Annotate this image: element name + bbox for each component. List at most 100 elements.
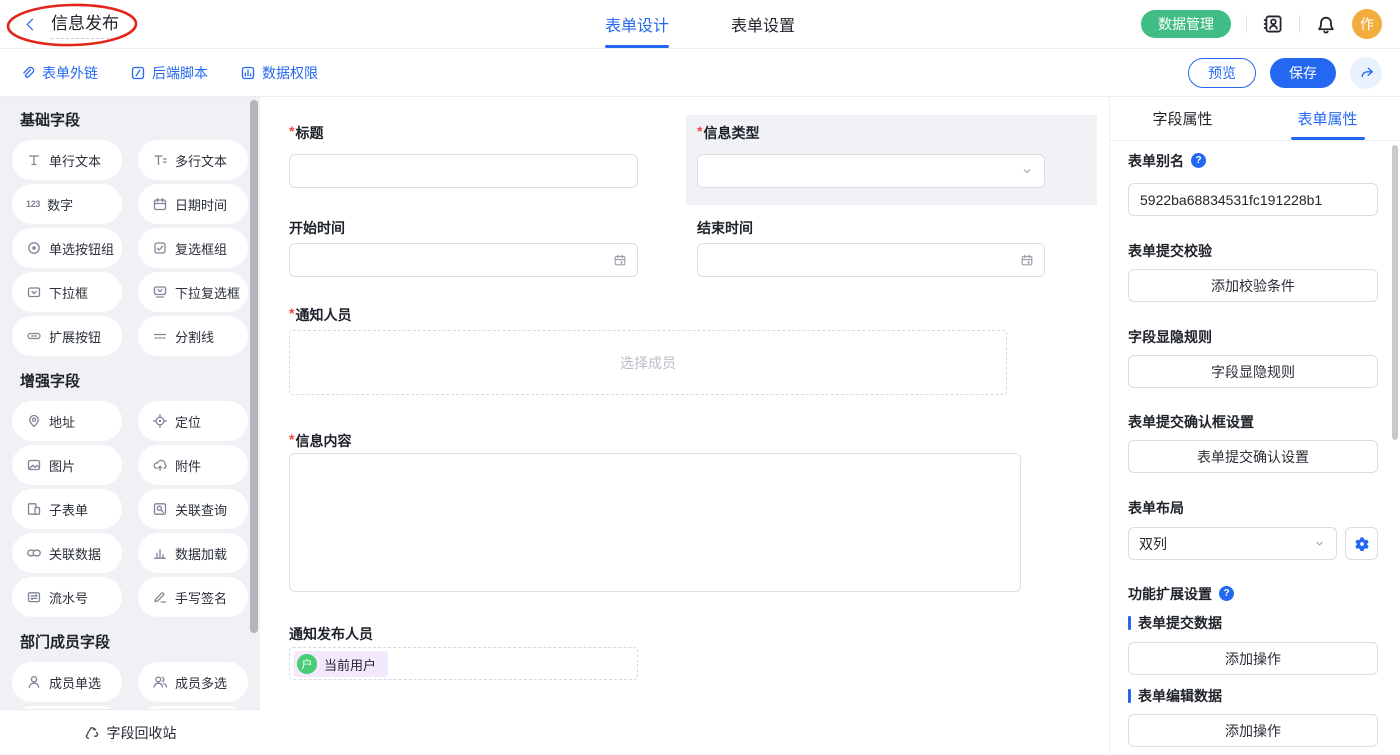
section-title-enhanced-fields: 增强字段 (20, 372, 248, 392)
field-item-checkbox-group[interactable]: 复选框组 (138, 228, 248, 268)
permission-icon (240, 65, 256, 81)
field-item-signature[interactable]: 手写签名 (138, 577, 248, 617)
field-item-multi-line-text[interactable]: 多行文本 (138, 140, 248, 180)
field-recycle-bin[interactable]: 字段回收站 (0, 709, 260, 755)
notify-members-picker[interactable]: 选择成员 (289, 330, 1007, 395)
field-library-sidebar: 基础字段 单行文本 多行文本 123 数字 日期时间 单选按钮组 (0, 97, 260, 755)
attachment-cloud-icon (152, 457, 168, 473)
field-item-serial-number[interactable]: 流水号 (12, 577, 122, 617)
field-item-attachment[interactable]: 附件 (138, 445, 248, 485)
help-icon[interactable]: ? (1191, 153, 1206, 168)
form-alias-input[interactable] (1128, 183, 1378, 216)
extension-settings-label: 功能扩展设置 ? (1128, 585, 1234, 602)
info-type-select[interactable] (697, 154, 1045, 188)
form-layout-select[interactable]: 双列 (1128, 527, 1337, 560)
data-permission-button[interactable]: 数据权限 (240, 63, 318, 83)
field-item-data-load[interactable]: 数据加载 (138, 533, 248, 573)
panel-scrollbar[interactable] (1392, 145, 1398, 440)
chevron-down-icon (1313, 537, 1326, 550)
contacts-icon[interactable] (1262, 13, 1284, 35)
toolbar-links: 表单外链 后端脚本 数据权限 (20, 49, 318, 96)
form-toolbar: 表单外链 后端脚本 数据权限 预览 保存 (0, 49, 1400, 97)
field-item-locate[interactable]: 定位 (138, 401, 248, 441)
field-item-lookup[interactable]: 关联查询 (138, 489, 248, 529)
member-picker-placeholder: 选择成员 (620, 353, 676, 373)
tab-field-properties[interactable]: 字段属性 (1110, 97, 1255, 140)
help-icon[interactable]: ? (1219, 586, 1234, 601)
preview-button[interactable]: 预览 (1188, 58, 1256, 88)
field-item-multi-select[interactable]: 下拉复选框 (138, 272, 248, 312)
field-item-subform[interactable]: 子表单 (12, 489, 122, 529)
related-data-icon (26, 545, 42, 561)
field-item-divider[interactable]: 分割线 (138, 316, 248, 356)
edit-data-add-button[interactable]: 添加操作 (1128, 714, 1378, 747)
field-item-number[interactable]: 123 数字 (12, 184, 122, 224)
end-time-input[interactable] (697, 243, 1045, 277)
recycle-icon (84, 725, 100, 741)
required-marker: * (289, 123, 294, 139)
tab-form-properties[interactable]: 表单属性 (1255, 97, 1400, 140)
serial-number-icon (26, 589, 42, 605)
tab-form-design[interactable]: 表单设计 (605, 0, 669, 48)
field-item-member-multi[interactable]: 成员多选 (138, 662, 248, 702)
toolbar-actions: 预览 保存 (1188, 49, 1382, 96)
external-link-button[interactable]: 表单外链 (20, 63, 98, 83)
divider (1299, 15, 1300, 33)
layout-settings-button[interactable] (1345, 527, 1378, 560)
field-item-image[interactable]: 图片 (12, 445, 122, 485)
radio-icon (26, 240, 42, 256)
member-multi-icon (152, 674, 168, 690)
confirm-box-label: 表单提交确认框设置 (1128, 413, 1254, 430)
required-marker: * (289, 431, 294, 447)
submit-data-label: 表单提交数据 (1128, 614, 1222, 631)
divider (1246, 15, 1247, 33)
field-item-member-single[interactable]: 成员单选 (12, 662, 122, 702)
sidebar-scrollbar[interactable] (250, 100, 258, 633)
field-label-notify-publisher: 通知发布人员 (289, 624, 373, 644)
field-item-datetime[interactable]: 日期时间 (138, 184, 248, 224)
field-label-start-time: 开始时间 (289, 218, 345, 238)
required-marker: * (289, 305, 294, 321)
field-label-info-type: * 信息类型 (697, 123, 759, 143)
visibility-rules-button[interactable]: 字段显隐规则 (1128, 355, 1378, 388)
section-title-basic-fields: 基础字段 (20, 111, 248, 131)
share-button[interactable] (1350, 57, 1382, 89)
tab-form-settings[interactable]: 表单设置 (731, 0, 795, 48)
script-icon (130, 65, 146, 81)
notify-publisher-picker[interactable]: 户 当前用户 (289, 647, 638, 680)
multi-line-text-icon (152, 152, 168, 168)
signature-icon (152, 589, 168, 605)
lookup-icon (152, 501, 168, 517)
save-button[interactable]: 保存 (1270, 58, 1336, 88)
start-time-input[interactable] (289, 243, 638, 277)
user-avatar[interactable]: 作 (1352, 9, 1382, 39)
add-validation-button[interactable]: 添加校验条件 (1128, 269, 1378, 302)
data-manage-button[interactable]: 数据管理 (1141, 10, 1231, 38)
single-line-text-icon (26, 152, 42, 168)
title-input[interactable] (289, 154, 638, 188)
field-item-related-data[interactable]: 关联数据 (12, 533, 122, 573)
submit-data-add-button[interactable]: 添加操作 (1128, 642, 1378, 675)
info-content-textarea[interactable] (289, 453, 1021, 592)
multi-select-icon (152, 284, 168, 300)
calendar-icon (1020, 253, 1034, 267)
calendar-icon (613, 253, 627, 267)
user-tag-avatar: 户 (297, 654, 317, 674)
field-item-extend-button[interactable]: 扩展按钮 (12, 316, 122, 356)
data-load-icon (152, 545, 168, 561)
field-item-address[interactable]: 地址 (12, 401, 122, 441)
enhanced-fields-grid: 地址 定位 图片 附件 子表单 关联查询 (12, 401, 248, 617)
current-user-tag[interactable]: 户 当前用户 (294, 651, 388, 677)
field-item-radio-group[interactable]: 单选按钮组 (12, 228, 122, 268)
backend-script-button[interactable]: 后端脚本 (130, 63, 208, 83)
notification-bell-icon[interactable] (1315, 13, 1337, 35)
confirm-box-button[interactable]: 表单提交确认设置 (1128, 440, 1378, 473)
field-item-single-line-text[interactable]: 单行文本 (12, 140, 122, 180)
panel-tabs: 字段属性 表单属性 (1110, 97, 1400, 141)
share-arrow-icon (1358, 64, 1375, 81)
form-design-canvas[interactable]: * 标题 * 信息类型 开始时间 结束时间 * 通知人员 选择成员 * 信息内容… (260, 97, 1110, 755)
field-item-select[interactable]: 下拉框 (12, 272, 122, 312)
form-alias-label: 表单别名 ? (1128, 152, 1206, 169)
properties-panel: 字段属性 表单属性 表单别名 ? 表单提交校验 添加校验条件 字段显隐规则 字段… (1109, 97, 1400, 755)
submit-validation-label: 表单提交校验 (1128, 242, 1212, 259)
